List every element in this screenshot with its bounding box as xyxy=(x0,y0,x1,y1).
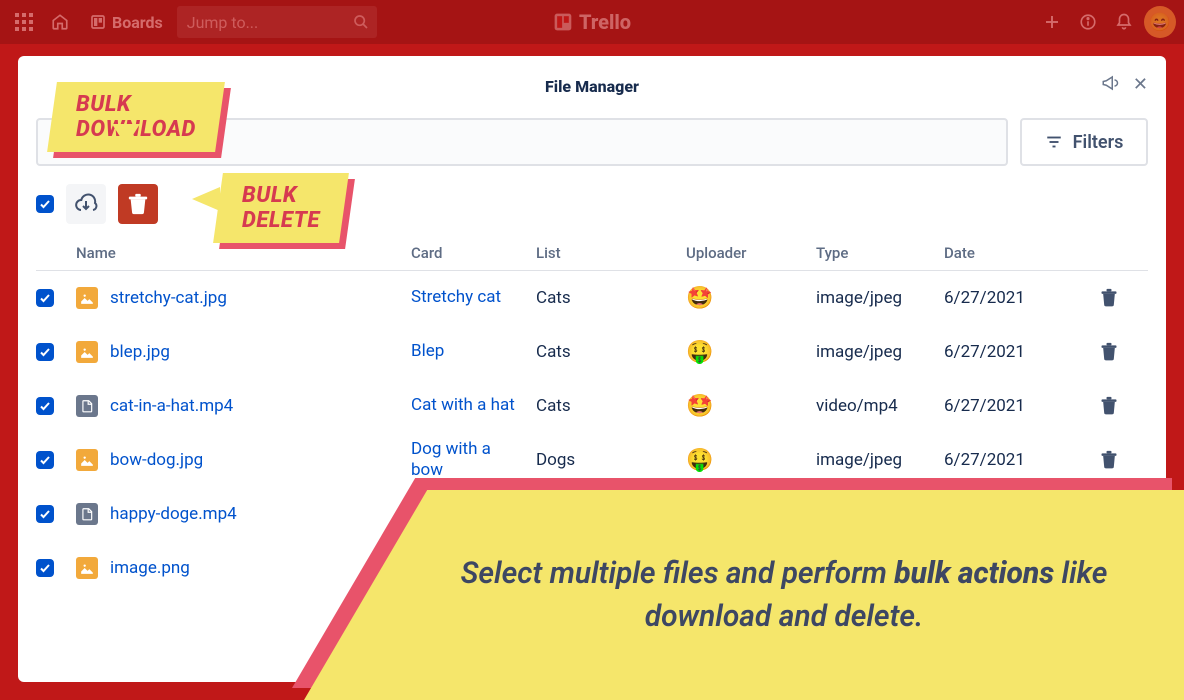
card-link[interactable]: Blep xyxy=(411,341,536,362)
uploader-avatar: 🤑 xyxy=(686,340,713,365)
row-checkbox[interactable] xyxy=(36,505,54,523)
trello-brand: Trello xyxy=(553,10,631,34)
bell-icon[interactable] xyxy=(1108,6,1140,38)
add-icon[interactable] xyxy=(1036,6,1068,38)
search-icon xyxy=(353,14,369,30)
file-type: video/mp4 xyxy=(816,396,944,416)
col-date: Date xyxy=(944,244,1084,262)
file-type: image/jpeg xyxy=(816,450,944,470)
card-link[interactable]: Cat with a hat xyxy=(411,395,536,416)
delete-row-icon[interactable] xyxy=(1099,450,1119,470)
file-date: 6/27/2021 xyxy=(944,450,1084,470)
filters-button[interactable]: Filters xyxy=(1020,118,1148,166)
avatar[interactable]: 😄 xyxy=(1144,6,1176,38)
file-name-link[interactable]: stretchy-cat.jpg xyxy=(110,288,227,308)
filters-label: Filters xyxy=(1073,132,1124,153)
filter-icon xyxy=(1045,133,1063,151)
table-row: cat-in-a-hat.mp4 Cat with a hatCats🤩 video… xyxy=(36,379,1148,433)
trello-topbar: Boards Jump to... Trello 😄 xyxy=(0,0,1184,44)
info-icon[interactable] xyxy=(1072,6,1104,38)
select-all-checkbox[interactable] xyxy=(36,195,54,213)
banner-text-bold: bulk actions xyxy=(894,556,1054,591)
card-link[interactable]: Dog with a bow xyxy=(411,439,536,482)
file-type: image/jpeg xyxy=(816,342,944,362)
apps-icon[interactable] xyxy=(8,6,40,38)
boards-label: Boards xyxy=(112,13,163,32)
boards-button[interactable]: Boards xyxy=(80,6,173,38)
image-file-icon xyxy=(76,449,98,471)
file-date: 6/27/2021 xyxy=(944,342,1084,362)
row-checkbox[interactable] xyxy=(36,397,54,415)
file-name-link[interactable]: cat-in-a-hat.mp4 xyxy=(110,396,233,416)
row-checkbox[interactable] xyxy=(36,559,54,577)
brand-text: Trello xyxy=(579,10,631,34)
list-name: Cats xyxy=(536,342,686,362)
card-link[interactable]: Stretchy cat xyxy=(411,287,536,308)
delete-row-icon[interactable] xyxy=(1099,342,1119,362)
list-name: Dogs xyxy=(536,450,686,470)
jump-to-search[interactable]: Jump to... xyxy=(177,6,377,38)
uploader-avatar: 🤑 xyxy=(686,448,713,473)
banner-text-pre: Select multiple files and perform xyxy=(461,556,895,591)
file-name-link[interactable]: bow-dog.jpg xyxy=(110,450,203,470)
col-type: Type xyxy=(816,244,944,262)
page-title: File Manager xyxy=(545,77,639,96)
image-file-icon xyxy=(76,341,98,363)
file-name-link[interactable]: happy-doge.mp4 xyxy=(110,504,237,524)
bulk-delete-callout: BULK DELETE xyxy=(213,173,349,243)
image-file-icon xyxy=(76,287,98,309)
jump-to-placeholder: Jump to... xyxy=(187,13,259,32)
file-type: image/jpeg xyxy=(816,288,944,308)
uploader-avatar: 🤩 xyxy=(686,286,713,311)
row-checkbox[interactable] xyxy=(36,343,54,361)
table-row: blep.jpg BlepCats🤑 image/jpeg6/27/2021 xyxy=(36,325,1148,379)
promo-banner: Select multiple files and perform bulk a… xyxy=(304,490,1184,700)
uploader-avatar: 🤩 xyxy=(686,394,713,419)
delete-row-icon[interactable] xyxy=(1099,288,1119,308)
col-card: Card xyxy=(411,244,536,262)
table-header: Name Card List Uploader Type Date xyxy=(36,244,1148,271)
delete-row-icon[interactable] xyxy=(1099,396,1119,416)
megaphone-icon[interactable] xyxy=(1101,74,1119,95)
col-uploader: Uploader xyxy=(686,244,816,262)
list-name: Cats xyxy=(536,396,686,416)
row-checkbox[interactable] xyxy=(36,451,54,469)
table-row: stretchy-cat.jpg Stretchy catCats🤩 image/j… xyxy=(36,271,1148,325)
list-name: Cats xyxy=(536,288,686,308)
boards-icon xyxy=(90,14,106,30)
file-name-link[interactable]: image.png xyxy=(110,558,190,578)
file-name-link[interactable]: blep.jpg xyxy=(110,342,170,362)
home-icon[interactable] xyxy=(44,6,76,38)
row-checkbox[interactable] xyxy=(36,289,54,307)
video-file-icon xyxy=(76,395,98,417)
file-date: 6/27/2021 xyxy=(944,396,1084,416)
file-date: 6/27/2021 xyxy=(944,288,1084,308)
close-icon[interactable]: ✕ xyxy=(1133,74,1148,95)
trello-logo-icon xyxy=(553,12,573,32)
col-list: List xyxy=(536,244,686,262)
video-file-icon xyxy=(76,503,98,525)
bulk-delete-button[interactable] xyxy=(118,184,158,224)
image-file-icon xyxy=(76,557,98,579)
bulk-download-button[interactable] xyxy=(66,184,106,224)
